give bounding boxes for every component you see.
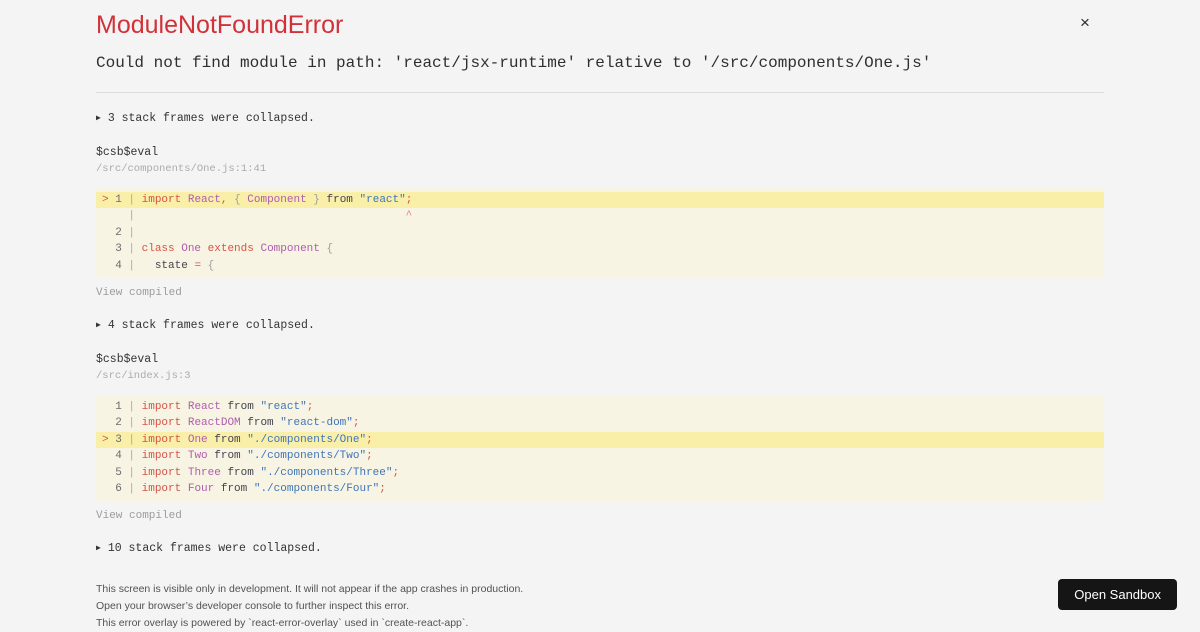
- collapsed-frames-label: 3 stack frames were collapsed.: [107, 112, 315, 125]
- triangle-icon: ▶: [96, 114, 101, 123]
- code-line: 3 | class One extends Component {: [115, 243, 334, 256]
- code-line: | ^: [121, 210, 413, 223]
- triangle-icon: ▶: [96, 321, 101, 331]
- error-message: Could not find module in path: 'react/js…: [96, 54, 932, 72]
- error-title: ModuleNotFoundError: [96, 11, 344, 39]
- code-frame-2: 1 | import React from "react"; 2 | impor…: [96, 395, 1104, 502]
- stack-frame-2: $csb$eval /src/index.js:3: [96, 353, 1104, 383]
- error-overlay: ModuleNotFoundError Could not find modul…: [96, 0, 1104, 632]
- divider: [96, 92, 1104, 93]
- code-line: > 3 | import One from "./components/One"…: [96, 431, 1104, 449]
- view-compiled-link-1[interactable]: View compiled: [96, 286, 1104, 300]
- collapsed-frames-label: 10 stack frames were collapsed.: [107, 542, 322, 556]
- code-line: 4 | state = {: [115, 259, 215, 272]
- collapsed-frames-label: 4 stack frames were collapsed.: [107, 319, 315, 333]
- code-line: 2 | import ReactDOM from "react-dom";: [115, 417, 360, 430]
- code-frame-1: > 1 | import React, { Component } from "…: [96, 188, 1104, 279]
- code-line: 4 | import Two from "./components/Two";: [115, 450, 373, 463]
- frame-function-name: $csb$eval: [96, 146, 159, 159]
- code-line: 6 | import Four from "./components/Four"…: [115, 483, 386, 496]
- collapsed-frames-3[interactable]: ▶ 10 stack frames were collapsed.: [96, 542, 1104, 556]
- collapsed-frames-1[interactable]: ▶ 3 stack frames were collapsed.: [96, 112, 1104, 126]
- footer-line-1: This screen is visible only in developme…: [96, 583, 524, 596]
- code-line: 2 |: [115, 226, 142, 239]
- open-sandbox-button[interactable]: Open Sandbox: [1058, 579, 1177, 610]
- frame-source-location: /src/index.js:3: [96, 370, 191, 383]
- code-line: 1 | import React from "react";: [115, 401, 314, 414]
- footer-note: This screen is visible only in developme…: [96, 581, 1104, 632]
- code-line: > 1 | import React, { Component } from "…: [96, 192, 1104, 209]
- triangle-icon: ▶: [96, 544, 101, 554]
- collapsed-frames-2[interactable]: ▶ 4 stack frames were collapsed.: [96, 319, 1104, 333]
- frame-source-location: /src/components/One.js:1:41: [96, 163, 267, 175]
- code-line: 5 | import Three from "./components/Thre…: [115, 466, 400, 479]
- frame-function-name: $csb$eval: [96, 353, 159, 367]
- footer-line-2: Open your browser’s developer console to…: [96, 600, 410, 613]
- view-compiled-link-2[interactable]: View compiled: [96, 509, 1104, 523]
- stack-frame-1: $csb$eval /src/components/One.js:1:41: [96, 146, 1104, 176]
